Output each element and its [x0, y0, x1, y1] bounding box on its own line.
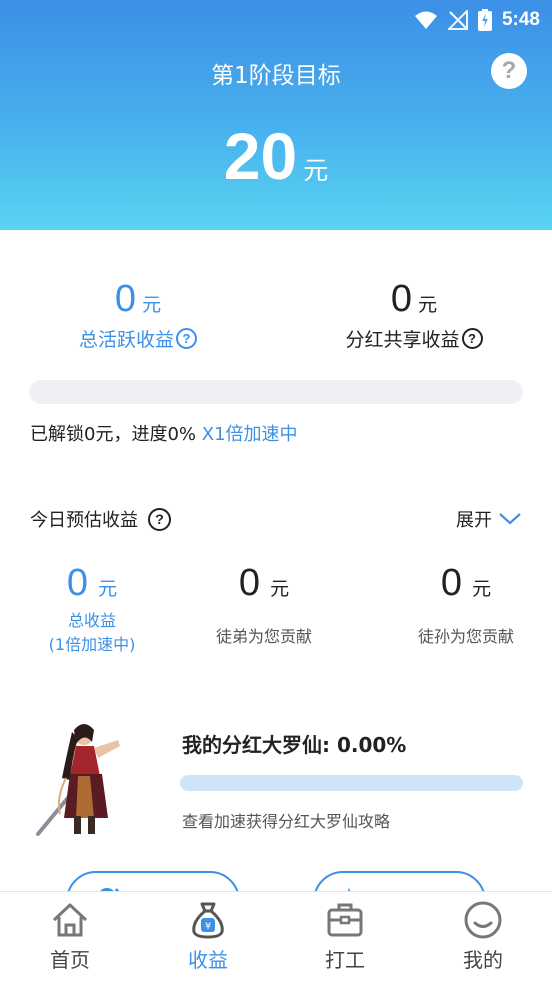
today-apprentice-value: 0: [238, 562, 261, 604]
header: 5:48 第1阶段目标 ? 20 元: [0, 0, 552, 230]
today-estimate-title: 今日预估收益: [30, 510, 138, 531]
goal-amount: 20: [223, 119, 298, 193]
svg-text:¥: ¥: [205, 921, 211, 932]
money-bag-icon: ¥: [192, 902, 224, 939]
unlock-progress-text: 已解锁0元，进度0%: [30, 424, 197, 445]
nav-label-earnings: 收益: [188, 948, 228, 972]
today-apprentice: 0元 徒弟为您贡献: [172, 562, 356, 647]
shared-earnings-label: 分红共享收益: [345, 329, 460, 351]
dividend-progress-bar: [180, 775, 523, 791]
shared-earnings-unit: 元: [418, 294, 438, 316]
smiley-icon: [464, 901, 502, 939]
today-grand-apprentice-unit: 元: [472, 578, 492, 600]
help-icon[interactable]: ?: [461, 328, 483, 349]
nav-item-me[interactable]: 我的: [414, 900, 552, 973]
active-earnings-label-row[interactable]: 总活跃收益 ?: [79, 325, 197, 352]
status-time: 5:48: [501, 9, 540, 30]
expand-label: 展开: [456, 510, 492, 531]
dividend-title: 我的分红大罗仙: 0.00%: [182, 733, 407, 757]
bottom-nav: 首页 ¥ 收益 打工 我的: [0, 891, 552, 981]
status-bar: 5:48: [414, 6, 540, 34]
wifi-icon: [414, 11, 437, 29]
expand-button[interactable]: 展开: [456, 506, 522, 532]
active-earnings-value: 0: [114, 278, 137, 320]
stage-progress-bar: [29, 380, 523, 404]
today-apprentice-unit: 元: [270, 578, 290, 600]
battery-charging-icon: [477, 9, 492, 31]
nav-label-work: 打工: [325, 948, 365, 972]
progress-text: 已解锁0元，进度0% X1倍加速中: [30, 420, 298, 446]
no-signal-icon: [447, 10, 468, 30]
briefcase-icon: [327, 903, 363, 937]
goal-display: 20 元: [0, 118, 552, 194]
shared-earnings: 0元 分红共享收益 ?: [276, 278, 552, 352]
nav-item-work[interactable]: 打工: [276, 900, 414, 973]
today-grand-apprentice-value: 0: [440, 562, 463, 604]
help-icon[interactable]: ?: [148, 507, 171, 531]
today-total: 0元 总收益 (1倍加速中): [0, 562, 184, 657]
page-title: 第1阶段目标: [211, 63, 341, 89]
active-earnings-label: 总活跃收益: [78, 329, 174, 351]
nav-label-me: 我的: [463, 948, 503, 972]
chevron-down-icon: [499, 513, 521, 525]
shared-earnings-value: 0: [390, 278, 413, 320]
today-total-unit: 元: [98, 578, 118, 600]
active-earnings: 0元 总活跃收益 ?: [0, 278, 276, 352]
today-apprentice-label: 徒弟为您贡献: [215, 627, 312, 646]
home-icon: [52, 903, 88, 937]
today-total-label: 总收益: [67, 611, 116, 630]
today-estimate-header: 今日预估收益 ?: [30, 506, 171, 532]
help-button[interactable]: ?: [491, 53, 527, 89]
today-total-sublabel: (1倍加速中): [48, 635, 136, 654]
goal-unit: 元: [303, 156, 329, 185]
today-grand-apprentice: 0元 徒孙为您贡献: [374, 562, 552, 647]
dividend-guide-link[interactable]: 查看加速获得分红大罗仙攻略: [182, 808, 390, 832]
character-avatar: [36, 724, 120, 836]
today-grand-apprentice-label: 徒孙为您贡献: [417, 627, 514, 646]
accelerate-status: X1倍加速中: [201, 424, 298, 445]
help-icon[interactable]: ?: [176, 328, 197, 349]
nav-item-home[interactable]: 首页: [1, 900, 139, 973]
nav-item-earnings[interactable]: ¥ 收益: [139, 900, 277, 973]
nav-label-home: 首页: [50, 948, 90, 972]
active-earnings-unit: 元: [142, 294, 162, 316]
shared-earnings-label-row[interactable]: 分红共享收益 ?: [345, 325, 483, 352]
today-total-value: 0: [66, 562, 89, 604]
